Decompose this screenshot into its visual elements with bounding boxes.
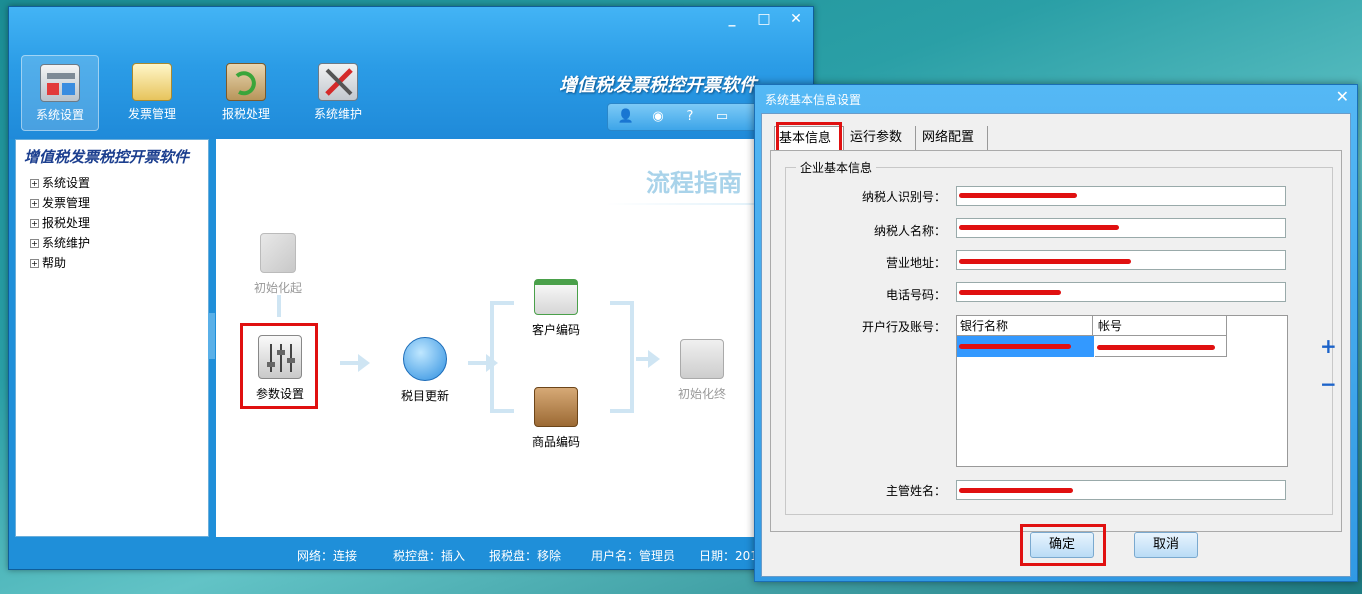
flow-guide-pane: 流程指南 初始化起 参数设置 税目更新 客户编码 商品编码 初始化终 (216, 139, 816, 537)
column-account: 帐号 (1095, 316, 1227, 336)
help-icon[interactable]: ? (680, 108, 700, 126)
taxpayer-name-field[interactable] (956, 218, 1286, 238)
flow-arrow (277, 295, 281, 317)
flow-bracket (490, 301, 514, 413)
node-product-code[interactable]: 商品编码 (528, 387, 584, 450)
app-title: 增值税发票税控开票软件 (559, 75, 757, 96)
redaction-mark (959, 259, 1131, 264)
bank-name-cell[interactable] (957, 336, 1094, 357)
window-icon[interactable]: ▭ (712, 108, 732, 126)
toolbar-label: 系统设置 (35, 108, 84, 122)
minimize-button[interactable]: _ (721, 11, 743, 27)
tools-icon (318, 63, 358, 101)
maximize-button[interactable]: □ (753, 11, 775, 27)
node-tax-update[interactable]: 税目更新 (392, 337, 458, 404)
group-title: 企业基本信息 (796, 159, 877, 176)
phone-label: 电话号码： (885, 288, 946, 302)
node-init-end[interactable]: 初始化终 (672, 339, 732, 402)
toolbar-label: 系统维护 (313, 107, 362, 121)
remove-bank-button[interactable]: − (1320, 372, 1337, 396)
address-label: 营业地址： (885, 256, 946, 270)
tree-item-tax-report[interactable]: + 报税处理 (16, 213, 208, 233)
tab-network-config[interactable]: 网络配置 (918, 126, 988, 150)
toolbar-system-maintenance[interactable]: 系统维护 (299, 55, 377, 131)
toolbar-label: 报税处理 (221, 107, 270, 121)
tree-title: 增值税发票税控开票软件 (24, 148, 190, 166)
node-customer-code[interactable]: 客户编码 (528, 279, 584, 338)
tree-item-invoice-management[interactable]: + 发票管理 (16, 193, 208, 213)
dialog-title: 系统基本信息设置 (765, 93, 862, 107)
contact-card-icon (534, 279, 578, 315)
address-field[interactable] (956, 250, 1286, 270)
redaction-mark (959, 488, 1073, 493)
close-button[interactable]: ✕ (785, 11, 807, 27)
redaction-mark (1097, 345, 1215, 350)
main-header: _ □ ✕ 系统设置 发票管理 报税处理 系统维护 增值税发票税控开票软件 👤 … (9, 7, 813, 139)
manager-name-field[interactable] (956, 480, 1286, 500)
flow-arrow (468, 354, 498, 372)
account-cell[interactable] (1095, 336, 1227, 357)
checklist-icon (680, 339, 724, 379)
tab-run-params[interactable]: 运行参数 (846, 126, 916, 150)
user-icon[interactable]: 👤 (616, 108, 636, 126)
add-bank-button[interactable]: + (1320, 334, 1337, 358)
status-report-disk: 报税盘：移除 (489, 549, 562, 563)
refresh-icon (403, 337, 447, 381)
settings-panel-icon (40, 64, 80, 102)
phone-field[interactable] (956, 282, 1286, 302)
folder-icon (132, 63, 172, 101)
dialog-close-button[interactable]: ✕ (1336, 87, 1349, 106)
taxpayer-id-label: 纳税人识别号： (861, 190, 946, 204)
settings-dialog: 系统基本信息设置 ✕ 基本信息 运行参数 网络配置 企业基本信息 纳税人识别号：… (754, 84, 1358, 582)
flow-arrow (340, 354, 370, 372)
cancel-button[interactable]: 取消 (1134, 532, 1198, 558)
pane-collapse-handle[interactable] (208, 313, 215, 359)
bank-account-table[interactable]: 银行名称 帐号 (956, 315, 1288, 467)
highlight-box (1020, 524, 1106, 566)
company-info-group: 企业基本信息 纳税人识别号： 纳税人名称： 营业地址： 电话号码： 开户行及账号… (785, 159, 1337, 515)
bank-table-header: 银行名称 帐号 (957, 316, 1227, 336)
toolbar-tax-report[interactable]: 报税处理 (207, 55, 285, 131)
expand-icon[interactable]: + (30, 239, 39, 248)
flow-arrow (636, 350, 660, 368)
tax-report-icon (226, 63, 266, 101)
box-icon (534, 387, 578, 427)
redaction-mark (959, 290, 1061, 295)
redaction-mark (959, 344, 1071, 349)
expand-icon[interactable]: + (30, 259, 39, 268)
toolbar-system-settings[interactable]: 系统设置 (21, 55, 99, 131)
toolbar-invoice-management[interactable]: 发票管理 (113, 55, 191, 131)
status-bar: 网络：连接 税控盘：插入 报税盘：移除 用户名：管理员 日期：201 (9, 541, 813, 569)
highlight-box (240, 323, 318, 409)
table-row[interactable] (957, 336, 1227, 357)
expand-icon[interactable]: + (30, 199, 39, 208)
status-date: 日期：201 (699, 549, 758, 563)
node-init-start[interactable]: 初始化起 (252, 233, 304, 296)
manager-label: 主管姓名： (885, 484, 946, 498)
status-tax-disk: 税控盘：插入 (393, 549, 466, 563)
flow-guide-title: 流程指南 (646, 169, 742, 197)
redaction-mark (959, 193, 1077, 198)
column-bank-name: 银行名称 (957, 316, 1093, 336)
toolbar-label: 发票管理 (127, 107, 176, 121)
taxpayer-name-label: 纳税人名称： (873, 224, 946, 238)
main-window: _ □ ✕ 系统设置 发票管理 报税处理 系统维护 增值税发票税控开票软件 👤 … (8, 6, 816, 570)
nav-tree: 增值税发票税控开票软件 + 系统设置 + 发票管理 + 报税处理 + 系统维护 + 帮助 (15, 139, 209, 537)
tree-item-system-settings[interactable]: + 系统设置 (16, 173, 208, 193)
taxpayer-id-field[interactable] (956, 186, 1286, 206)
redaction-mark (959, 225, 1119, 230)
flow-bracket (610, 301, 634, 413)
status-user: 用户名：管理员 (591, 549, 676, 563)
tree-item-system-maintenance[interactable]: + 系统维护 (16, 233, 208, 253)
globe-icon[interactable]: ◉ (648, 108, 668, 126)
bank-account-label: 开户行及账号： (861, 320, 946, 334)
status-network: 网络：连接 (297, 549, 358, 563)
tree-item-help[interactable]: + 帮助 (16, 253, 208, 273)
expand-icon[interactable]: + (30, 219, 39, 228)
expand-icon[interactable]: + (30, 179, 39, 188)
document-icon (260, 233, 296, 273)
tab-panel-basic-info: 企业基本信息 纳税人识别号： 纳税人名称： 营业地址： 电话号码： 开户行及账号… (770, 150, 1342, 532)
dialog-body: 基本信息 运行参数 网络配置 企业基本信息 纳税人识别号： 纳税人名称： 营业地… (761, 113, 1351, 577)
